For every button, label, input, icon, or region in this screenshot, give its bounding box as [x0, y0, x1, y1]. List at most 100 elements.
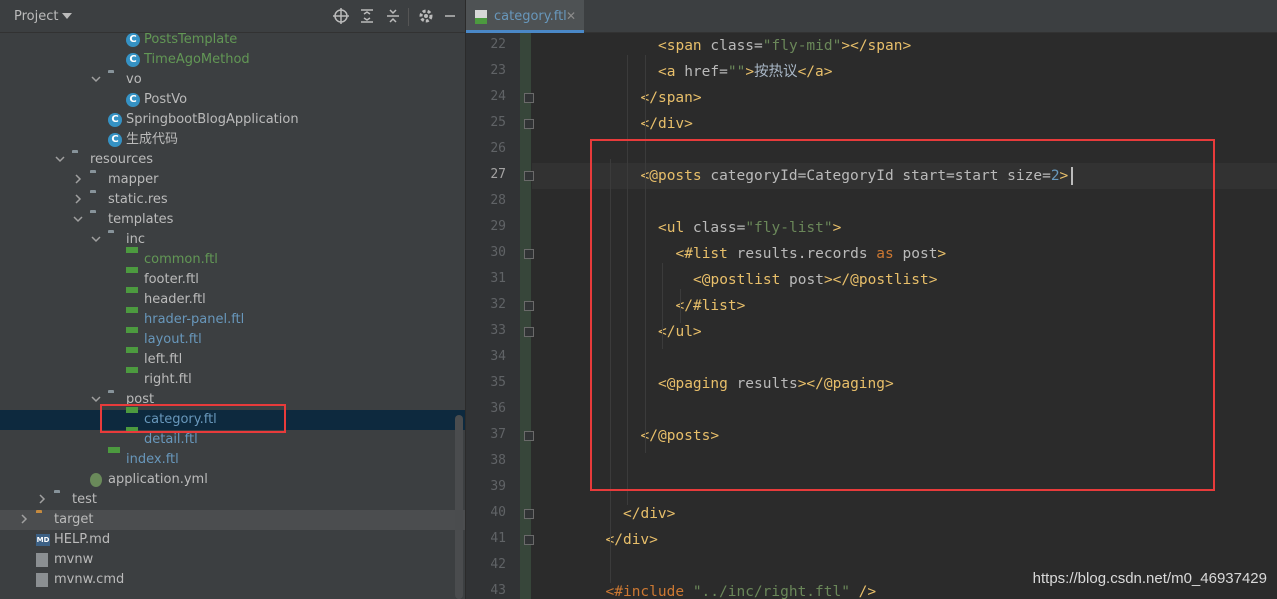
gear-icon[interactable] — [418, 8, 434, 24]
tree-item-label: PostsTemplate — [144, 32, 238, 47]
tree-item[interactable]: inc — [0, 230, 465, 250]
code-line[interactable]: </div> — [532, 501, 1277, 527]
tree-item[interactable]: layout.ftl — [0, 330, 465, 350]
editor-tab-bar: category.ftl ✕ — [466, 0, 1277, 33]
tree-item[interactable]: right.ftl — [0, 370, 465, 390]
tree-item-label: templates — [108, 212, 174, 227]
class-icon: C — [126, 93, 140, 107]
tree-item[interactable]: mapper — [0, 170, 465, 190]
tree-item-label: PostVo — [144, 92, 188, 107]
code-token: href= — [684, 64, 728, 80]
tree-item[interactable]: detail.ftl — [0, 430, 465, 450]
tree-item[interactable]: C SpringbootBlogApplication — [0, 110, 465, 130]
annotation-highlight-box — [100, 404, 286, 433]
tree-item[interactable]: C PostsTemplate — [0, 30, 465, 50]
line-number: 39 — [490, 479, 506, 494]
code-token: "fly-mid" — [762, 38, 842, 54]
tree-scrollbar[interactable] — [455, 415, 463, 599]
chevron-right-icon[interactable] — [73, 174, 83, 184]
line-number: 23 — [490, 63, 506, 78]
tree-item[interactable]: resources — [0, 150, 465, 170]
tree-item[interactable]: MD HELP.md — [0, 530, 465, 550]
code-text: </div> — [623, 505, 675, 523]
fold-marker-icon[interactable] — [524, 249, 534, 259]
tree-item[interactable]: C 生成代码 — [0, 130, 465, 150]
code-token: "" — [727, 64, 746, 80]
tree-item-label: TimeAgoMethod — [144, 52, 250, 67]
tree-item[interactable]: vo — [0, 70, 465, 90]
fold-marker-icon[interactable] — [524, 535, 534, 545]
tree-item[interactable]: C PostVo — [0, 90, 465, 110]
chevron-down-icon[interactable] — [62, 13, 72, 19]
hide-panel-icon[interactable] — [442, 8, 458, 24]
project-toolbar: Project — [0, 0, 465, 33]
fold-marker-icon[interactable] — [524, 327, 534, 337]
chevron-right-icon[interactable] — [73, 194, 83, 204]
chevron-down-icon[interactable] — [91, 74, 101, 84]
tree-item-label: footer.ftl — [144, 272, 199, 287]
class-icon: C — [126, 33, 140, 47]
collapse-all-icon[interactable] — [385, 8, 401, 24]
line-number: 30 — [490, 245, 506, 260]
line-number: 35 — [490, 375, 506, 390]
tree-item[interactable]: application.yml — [0, 470, 465, 490]
tree-item[interactable]: hrader-panel.ftl — [0, 310, 465, 330]
line-number-gutter: 22 23 24 25 26 27 28 29 30 31 32 33 34 35 36 37 38 39 40 41… — [466, 33, 526, 599]
code-token: ></span> — [841, 38, 912, 54]
fold-marker-icon[interactable] — [524, 119, 534, 129]
chevron-down-icon[interactable] — [73, 214, 83, 224]
tree-item[interactable]: footer.ftl — [0, 270, 465, 290]
tree-item[interactable]: index.ftl — [0, 450, 465, 470]
line-number: 32 — [490, 297, 506, 312]
tab-category-ftl[interactable]: category.ftl ✕ — [466, 0, 584, 33]
line-number: 28 — [490, 193, 506, 208]
line-number: 29 — [490, 219, 506, 234]
tree-item[interactable]: header.ftl — [0, 290, 465, 310]
tree-item-label: test — [72, 492, 97, 507]
fold-marker-icon[interactable] — [524, 431, 534, 441]
tree-item[interactable]: C TimeAgoMethod — [0, 50, 465, 70]
line-number: 24 — [490, 89, 506, 104]
fold-marker-icon[interactable] — [524, 301, 534, 311]
ftl-file-icon — [475, 10, 487, 28]
tree-item[interactable]: static.res — [0, 190, 465, 210]
code-line[interactable]: </div> — [532, 527, 1277, 553]
code-token: <a — [658, 64, 685, 80]
close-icon[interactable]: ✕ — [566, 9, 576, 23]
tree-item-label: application.yml — [108, 472, 208, 487]
tree-item[interactable]: templates — [0, 210, 465, 230]
watermark: https://blog.csdn.net/m0_46937429 — [1032, 570, 1267, 587]
chevron-right-icon[interactable] — [19, 514, 29, 524]
line-number: 38 — [490, 453, 506, 468]
expand-all-icon[interactable] — [359, 8, 375, 24]
fold-marker-icon[interactable] — [524, 93, 534, 103]
yml-file-icon — [90, 473, 102, 487]
code-token: class= — [710, 38, 763, 54]
chevron-down-icon[interactable] — [91, 234, 101, 244]
chevron-down-icon[interactable] — [55, 154, 65, 164]
class-icon: C — [126, 53, 140, 67]
project-view-title[interactable]: Project — [14, 9, 58, 24]
file-icon — [36, 573, 48, 587]
tree-item[interactable]: test — [0, 490, 465, 510]
code-text: </div> — [606, 531, 658, 549]
tree-item[interactable]: left.ftl — [0, 350, 465, 370]
tree-item[interactable]: common.ftl — [0, 250, 465, 270]
fold-marker-icon[interactable] — [524, 171, 534, 181]
locate-icon[interactable] — [333, 8, 349, 24]
tree-item-label: right.ftl — [144, 372, 192, 387]
line-number: 33 — [490, 323, 506, 338]
tree-item[interactable]: mvnw.cmd — [0, 570, 465, 590]
code-token: /> — [849, 584, 877, 599]
tree-item[interactable]: target — [0, 510, 465, 530]
code-token: > — [745, 64, 755, 80]
chevron-down-icon[interactable] — [91, 394, 101, 404]
line-number: 25 — [490, 115, 506, 130]
code-text: <#include "../inc/right.ftl" /> — [606, 583, 877, 599]
chevron-right-icon[interactable] — [37, 494, 47, 504]
file-icon — [36, 553, 48, 567]
fold-marker-icon[interactable] — [524, 509, 534, 519]
tree-item-label: common.ftl — [144, 252, 218, 267]
tree-item[interactable]: mvnw — [0, 550, 465, 570]
class-icon: C — [108, 133, 122, 147]
